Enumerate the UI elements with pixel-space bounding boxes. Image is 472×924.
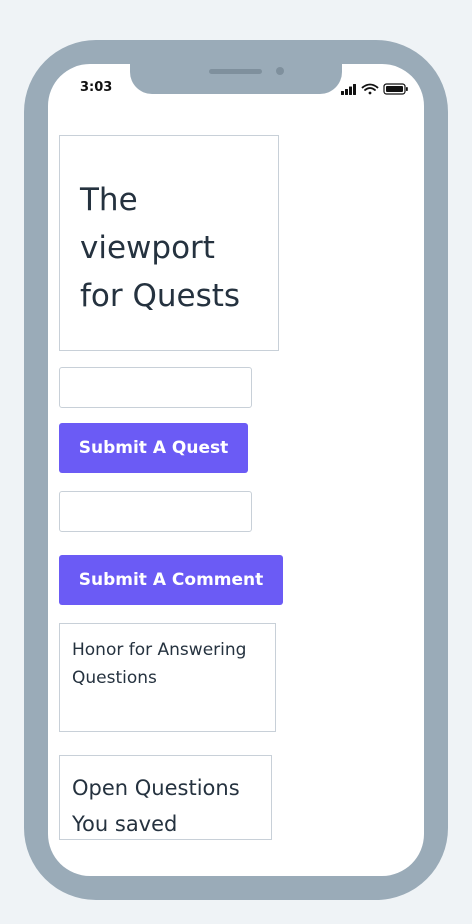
honor-panel-text: Honor for Answering Questions: [72, 640, 247, 688]
front-camera: [276, 67, 284, 75]
wifi-icon: [361, 83, 379, 95]
quest-input[interactable]: [59, 367, 252, 408]
saved-questions-panel: Open Questions You saved: [59, 755, 272, 840]
comment-input[interactable]: [59, 491, 252, 532]
status-icons: [340, 81, 410, 95]
honor-panel: Honor for Answering Questions: [59, 623, 276, 732]
submit-comment-button[interactable]: Submit A Comment: [59, 555, 283, 605]
saved-questions-text: Open Questions You saved: [72, 776, 240, 836]
speaker-grille: [209, 69, 262, 74]
battery-icon: [383, 83, 408, 95]
signal-icon: [341, 84, 356, 95]
submit-quest-button[interactable]: Submit A Quest: [59, 423, 248, 473]
viewport-title: The viewport for Quests: [80, 182, 241, 314]
status-time: 3:03: [80, 80, 113, 95]
